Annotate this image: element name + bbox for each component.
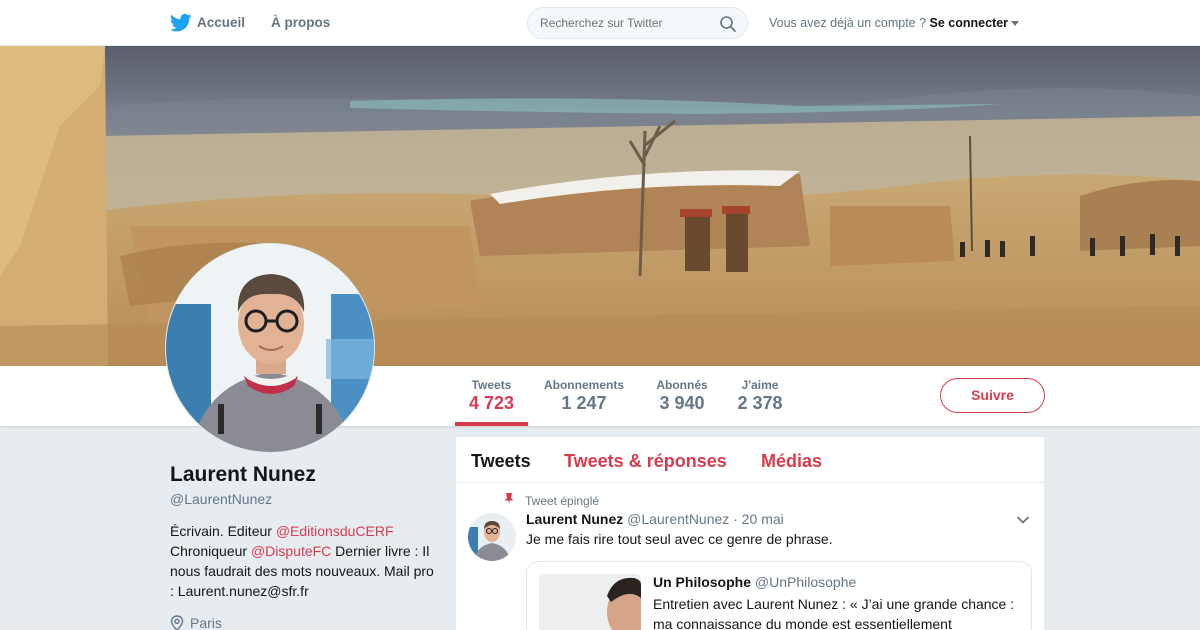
nav-home-link[interactable]: Accueil [197,15,245,30]
avatar-image [166,244,374,452]
search-placeholder: Recherchez sur Twitter [540,16,663,30]
stat-followers[interactable]: Abonnés 3 940 [650,366,714,426]
twitter-bird-icon[interactable] [170,13,192,33]
quoted-tweet-card[interactable]: Un Philosophe @UnPhilosophe Entretien av… [526,561,1032,630]
profile-handle[interactable]: @LaurentNunez [170,491,272,507]
stat-following[interactable]: Abonnements 1 247 [540,366,628,426]
location-text: Paris [190,615,222,630]
login-prompt-text: Vous avez déjà un compte ? [769,16,927,30]
stat-likes-value: 2 378 [737,393,783,413]
pinned-label: Tweet épinglé [525,494,600,508]
quoted-tweet-image [539,574,641,630]
follow-button[interactable]: Suivre [940,378,1045,413]
tweet-text: Je me fais rire tout seul avec ce genre … [526,531,833,547]
search-input[interactable]: Recherchez sur Twitter [527,7,748,39]
tweet-author-name[interactable]: Laurent Nunez [526,511,623,527]
login-prompt: Vous avez déjà un compte ? Se connecter [769,16,1020,30]
tweet-author-avatar[interactable] [468,513,516,561]
tweet-avatar-image [468,513,516,561]
profile-location: Paris [170,615,222,630]
stat-tweets-label: Tweets [471,378,512,392]
nav-about-link[interactable]: À propos [271,15,330,30]
profile-name: Laurent Nunez [170,463,316,486]
quoted-author-name: Un Philosophe [653,574,751,590]
quoted-tweet-text: Entretien avec Laurent Nunez : « J’ai un… [653,596,1015,630]
stat-tweets-value: 4 723 [468,393,515,413]
tweet-header: Laurent Nunez @LaurentNunez · 20 mai [526,511,784,527]
search-icon[interactable] [719,15,737,33]
chevron-down-icon[interactable] [1016,515,1030,525]
tab-tweets-replies[interactable]: Tweets & réponses [564,451,727,472]
bio-mention-editionsducerf[interactable]: @EditionsduCERF [276,523,394,539]
top-navigation: Accueil À propos Recherchez sur Twitter … [0,0,1200,46]
tweet-date[interactable]: · 20 mai [733,511,784,527]
stat-following-value: 1 247 [561,393,607,413]
quoted-tweet-thumbnail [539,574,641,630]
stat-likes-label: J'aime [741,378,779,392]
bio-mention-disputefc[interactable]: @DisputeFC [251,543,331,559]
stat-followers-value: 3 940 [659,393,705,413]
tab-tweets[interactable]: Tweets [471,451,531,472]
bio-text: Chroniqueur [170,543,251,559]
pushpin-icon [504,493,514,505]
caret-down-icon[interactable] [1011,21,1020,27]
stat-followers-label: Abonnés [656,378,708,392]
profile-avatar[interactable] [165,243,375,453]
stat-following-label: Abonnements [543,378,624,392]
quoted-tweet-header: Un Philosophe @UnPhilosophe [653,574,856,590]
profile-bio: Écrivain. Editeur @EditionsduCERF Chroniq… [170,521,440,601]
timeline: Tweets Tweets & réponses Médias Tweet ép… [456,437,1044,630]
stat-tweets[interactable]: Tweets 4 723 [455,366,528,426]
login-link[interactable]: Se connecter [930,16,1009,30]
tab-media[interactable]: Médias [761,451,822,472]
location-pin-icon [170,615,184,630]
stat-likes[interactable]: J'aime 2 378 [734,366,786,426]
tweet-author-handle[interactable]: @LaurentNunez [627,511,729,527]
quoted-author-handle: @UnPhilosophe [754,574,857,590]
timeline-tabs: Tweets Tweets & réponses Médias [456,437,1044,483]
bio-text: Écrivain. Editeur [170,523,276,539]
